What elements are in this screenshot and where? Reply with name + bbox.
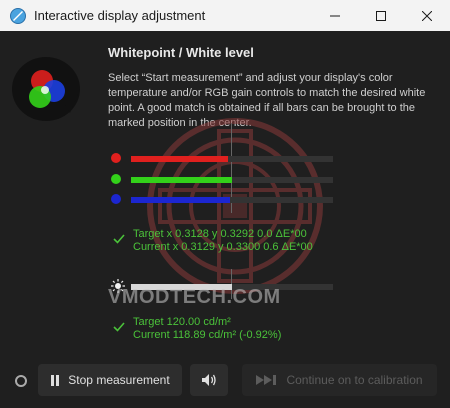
blue-bar xyxy=(111,194,335,206)
minimize-icon xyxy=(330,15,340,16)
whitepoint-target: Target x 0.3128 y 0.3292 0.0 ΔE*00 xyxy=(133,228,307,240)
app-icon xyxy=(10,7,26,24)
checkmark-icon xyxy=(113,234,125,244)
maximize-icon xyxy=(376,10,386,21)
luminance-target: Target 120.00 cd/m² xyxy=(133,316,231,328)
red-dot-icon xyxy=(111,153,121,163)
blue-dot-icon xyxy=(111,194,121,204)
close-icon xyxy=(422,10,432,21)
page-title: Whitepoint / White level xyxy=(108,45,254,60)
title-bar: Interactive display adjustment xyxy=(0,0,450,31)
continue-calibration-button[interactable]: Continue on to calibration xyxy=(242,364,437,396)
stop-measurement-button[interactable]: Stop measurement xyxy=(38,364,182,396)
red-bar-fill xyxy=(131,156,228,162)
green-bar-fill xyxy=(131,177,232,183)
pause-icon xyxy=(50,374,60,386)
skip-forward-icon xyxy=(256,375,278,385)
bottom-toolbar: Stop measurement Continue on to calibrat… xyxy=(0,364,450,404)
measurement-indicator-icon xyxy=(15,375,27,387)
watermark-emblem-icon xyxy=(147,118,323,294)
blue-bar-fill xyxy=(131,197,230,203)
luminance-current: Current 118.89 cd/m² (-0.92%) xyxy=(133,329,282,341)
window-title: Interactive display adjustment xyxy=(34,8,206,23)
checkmark-icon xyxy=(113,322,125,332)
green-bar xyxy=(111,174,335,186)
content-area: Whitepoint / White level Select “Start m… xyxy=(0,31,450,408)
rgb-logo-icon xyxy=(12,57,80,121)
continue-calibration-label: Continue on to calibration xyxy=(286,373,423,387)
stop-measurement-label: Stop measurement xyxy=(68,373,170,387)
minimize-button[interactable] xyxy=(312,0,358,31)
sound-toggle-button[interactable] xyxy=(190,364,228,396)
speaker-icon xyxy=(202,374,216,386)
whitepoint-current: Current x 0.3129 y 0.3300 0.6 ΔE*00 xyxy=(133,241,313,253)
green-dot-icon xyxy=(111,174,121,184)
red-bar xyxy=(111,153,335,165)
close-button[interactable] xyxy=(404,0,450,31)
watermark-text: VMODTECH.COM xyxy=(108,286,281,308)
maximize-button[interactable] xyxy=(358,0,404,31)
